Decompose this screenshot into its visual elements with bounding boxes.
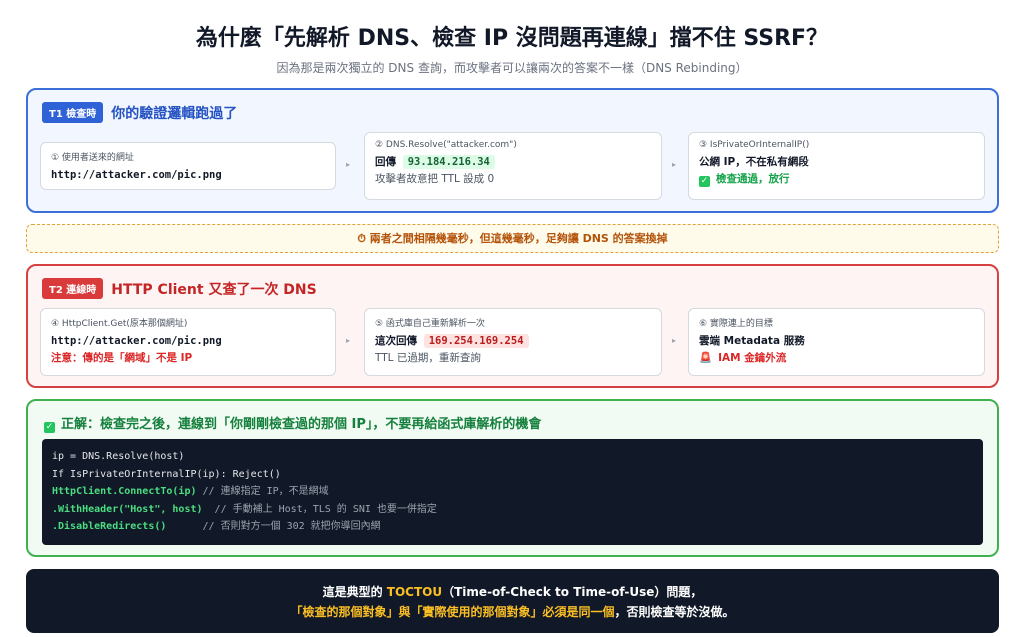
arrow-right-icon: ▸ [346, 160, 351, 169]
arrow-right-icon: ▸ [672, 336, 677, 345]
code-line: .DisableRedirects() // 否則對方一個 302 就把你導回內… [52, 518, 973, 536]
alarm-icon: 🚨 [699, 352, 713, 364]
fix-heading: 正解：檢查完之後，連線到「你剛剛檢查過的那個 IP」，不要再給函式庫解析的機會 [61, 417, 542, 432]
t2-step4-box: ④ HttpClient.Get(原本那個網址) http://attacker… [40, 308, 336, 376]
code-text: .WithHeader("Host", host) [52, 503, 203, 515]
t2-step5-label: ⑤ 函式庫自己重新解析一次 [375, 319, 485, 329]
t1-step3-label: ③ IsPrivateOrInternalIP() [699, 140, 810, 150]
page-title: 為什麼「先解析 DNS、檢查 IP 沒問題再連線」擋不住 SSRF？ [195, 26, 829, 51]
arrow-right-icon: ▸ [346, 336, 351, 345]
summary-banner: 這是典型的 TOCTOU（Time-of-Check to Time-of-Us… [26, 569, 999, 633]
t2-step5-ip: 169.254.169.254 [423, 334, 529, 348]
code-text: ip = DNS.Resolve(host) [52, 451, 185, 462]
t2-heading: HTTP Client 又查了一次 DNS [111, 281, 317, 298]
t2-header: T2 連線時 HTTP Client 又查了一次 DNS [42, 278, 317, 299]
summary-text: 這是典型的 [322, 585, 387, 599]
t2-step5-box: ⑤ 函式庫自己重新解析一次 這次回傳 169.254.169.254 TTL 已… [364, 308, 662, 376]
t2-panel: T2 連線時 HTTP Client 又查了一次 DNS ④ HttpClien… [26, 264, 999, 388]
summary-text: ，否則檢查等於沒做。 [614, 605, 735, 619]
t1-step3-result: 檢查通過，放行 [716, 173, 790, 185]
code-text: If IsPrivateOrInternalIP(ip): Reject() [52, 468, 281, 480]
t2-step6-label: ⑥ 實際連上的目標 [699, 319, 773, 329]
fix-header: ✓ 正解：檢查完之後，連線到「你剛剛檢查過的那個 IP」，不要再給函式庫解析的機會 [44, 413, 541, 433]
code-line: If IsPrivateOrInternalIP(ip): Reject() [52, 466, 973, 484]
page-subtitle: 因為那是兩次獨立的 DNS 查詢，而攻擊者可以讓兩次的答案不一樣（DNS Reb… [276, 61, 748, 75]
t2-step4-note: 注意：傳的是「網域」不是 IP [51, 352, 193, 364]
t1-step1-box: ① 使用者送來的網址 http://attacker.com/pic.png [40, 142, 336, 190]
code-line: .WithHeader("Host", host) // 手動補上 Host，T… [52, 501, 973, 519]
arrow-right-icon: ▸ [672, 160, 677, 169]
t2-step6-result: IAM 金鑰外流 [718, 352, 787, 364]
check-icon: ✓ [44, 422, 55, 433]
t1-step2-box: ② DNS.Resolve("attacker.com") 回傳 93.184.… [364, 132, 662, 200]
t1-header: T1 檢查時 你的驗證邏輯跑過了 [42, 102, 237, 123]
t1-step2-ip: 93.184.216.34 [402, 155, 495, 169]
summary-highlight: TOCTOU [386, 585, 443, 599]
fix-panel: ✓ 正解：檢查完之後，連線到「你剛剛檢查過的那個 IP」，不要再給函式庫解析的機會… [26, 399, 999, 557]
t1-panel: T1 檢查時 你的驗證邏輯跑過了 ① 使用者送來的網址 http://attac… [26, 88, 999, 213]
check-icon: ✓ [699, 176, 710, 187]
t1-step2-label: ② DNS.Resolve("attacker.com") [375, 140, 517, 150]
t1-heading: 你的驗證邏輯跑過了 [111, 105, 238, 122]
code-line: HttpClient.ConnectTo(ip) // 連線指定 IP，不是網域 [52, 483, 973, 501]
t1-step2-return-label: 回傳 [375, 156, 396, 168]
t1-tag: T1 檢查時 [42, 102, 104, 123]
code-comment: // 手動補上 Host，TLS 的 SNI 也要一併指定 [202, 503, 437, 515]
code-text: .DisableRedirects() [52, 521, 167, 532]
t2-step4-label: ④ HttpClient.Get(原本那個網址) [51, 319, 188, 329]
t2-tag: T2 連線時 [42, 278, 104, 299]
t2-step5-return-label: 這次回傳 [375, 335, 417, 347]
t2-step6-line: 雲端 Metadata 服務 [699, 335, 805, 347]
t1-step3-line: 公網 IP，不在私有網段 [699, 156, 809, 168]
gap-note: ⏱ 兩者之間相隔幾毫秒，但這幾毫秒，足夠讓 DNS 的答案換掉 [26, 224, 999, 253]
code-text: HttpClient.ConnectTo(ip) [52, 486, 197, 497]
summary-line-2: 「檢查的那個對象」與「實際使用的那個對象」必須是同一個，否則檢查等於沒做。 [26, 602, 999, 622]
t2-step5-note: TTL 已過期，重新查詢 [375, 352, 481, 364]
t1-step3-box: ③ IsPrivateOrInternalIP() 公網 IP，不在私有網段 ✓… [688, 132, 985, 200]
t2-step6-box: ⑥ 實際連上的目標 雲端 Metadata 服務 🚨 IAM 金鑰外流 [688, 308, 985, 376]
t1-step2-note: 攻擊者故意把 TTL 設成 0 [375, 173, 495, 185]
t1-step1-label: ① 使用者送來的網址 [51, 153, 134, 163]
code-comment: // 否則對方一個 302 就把你導回內網 [166, 521, 381, 532]
code-line: ip = DNS.Resolve(host) [52, 448, 973, 466]
summary-text: （Time-of-Check to Time-of-Use）問題， [442, 585, 703, 599]
code-comment: // 連線指定 IP，不是網域 [196, 486, 329, 497]
t1-step1-url: http://attacker.com/pic.png [51, 169, 222, 181]
summary-line-1: 這是典型的 TOCTOU（Time-of-Check to Time-of-Us… [26, 582, 999, 602]
t2-step4-url: http://attacker.com/pic.png [51, 335, 222, 347]
code-block: ip = DNS.Resolve(host) If IsPrivateOrInt… [42, 439, 983, 545]
summary-highlight: 「檢查的那個對象」與「實際使用的那個對象」必須是同一個 [290, 605, 615, 619]
